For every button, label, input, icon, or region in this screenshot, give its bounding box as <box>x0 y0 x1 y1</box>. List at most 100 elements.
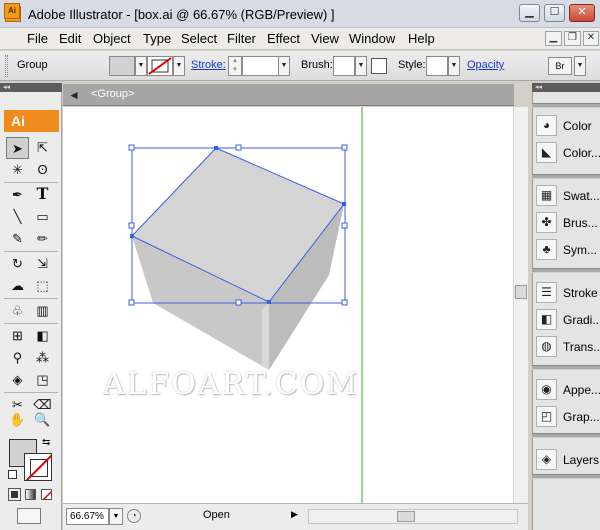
status-menu-arrow[interactable]: ▶ <box>291 509 298 520</box>
panel-gradient[interactable]: Gradi... <box>563 313 600 327</box>
panel-color[interactable]: Color <box>563 119 592 133</box>
warp-tool[interactable]: ☁ <box>6 275 29 297</box>
stroke-dropdown-arrow[interactable]: ▼ <box>173 56 185 76</box>
control-bar-grip[interactable] <box>5 55 8 77</box>
brush-field[interactable] <box>333 56 355 76</box>
opacity-label-link[interactable]: Opacity <box>467 59 504 71</box>
stroke-icon[interactable]: ☰ <box>536 282 557 303</box>
panel-graphic-styles[interactable]: Grap... <box>563 410 600 424</box>
artboard-nav-icon[interactable]: ◔ <box>127 509 141 523</box>
doc-minimize-button[interactable]: ▁ <box>545 31 562 46</box>
rotate-tool[interactable]: ↻ <box>6 253 29 275</box>
line-tool[interactable]: ╲ <box>6 206 29 228</box>
toolbox-collapse-grip[interactable]: ◂◂ <box>0 83 62 92</box>
menu-object[interactable]: Object <box>93 31 131 46</box>
control-panel-menu[interactable]: ▼ <box>574 56 586 76</box>
free-transform-tool[interactable]: ⬚ <box>31 275 54 297</box>
zoom-dropdown-arrow[interactable]: ▼ <box>109 508 123 525</box>
menu-select[interactable]: Select <box>181 31 217 46</box>
color-guide-icon[interactable]: ◣ <box>536 142 557 163</box>
pen-tool[interactable]: ✒ <box>6 184 29 206</box>
vertical-scroll-thumb[interactable] <box>515 285 527 299</box>
brush-dropdown[interactable]: ▼ <box>355 56 367 76</box>
stroke-weight-dropdown[interactable]: ▼ <box>278 56 290 76</box>
stroke-color-swatch[interactable] <box>147 56 173 76</box>
horizontal-scrollbar[interactable] <box>308 509 518 524</box>
symbols-icon[interactable]: ♣ <box>536 239 557 260</box>
stroke-weight-stepper[interactable]: ▲ ▼ <box>228 56 242 76</box>
transparency-icon[interactable]: ◍ <box>536 336 557 357</box>
rectangle-tool[interactable]: ▭ <box>31 206 54 228</box>
blend-tool[interactable]: ⁂ <box>31 347 54 369</box>
stroke-color-box[interactable] <box>24 453 52 481</box>
doc-close-button[interactable]: ✕ <box>583 31 599 46</box>
symbol-sprayer-tool[interactable]: ♧ <box>6 300 29 322</box>
menu-view[interactable]: View <box>311 31 339 46</box>
fill-dropdown-arrow[interactable]: ▼ <box>135 56 147 76</box>
zoom-tool[interactable]: 🔍 <box>31 409 54 431</box>
pencil-tool[interactable]: ✏ <box>31 228 54 250</box>
style-dropdown[interactable]: ▼ <box>448 56 460 76</box>
mesh-tool[interactable]: ⊞ <box>6 325 29 347</box>
brushes-icon[interactable]: ✤ <box>536 212 557 233</box>
artboard-canvas[interactable]: ALFOART.COM <box>63 107 513 503</box>
handle-top-mid <box>235 144 242 151</box>
magic-wand-tool[interactable]: ✳ <box>6 159 29 181</box>
fill-color-swatch[interactable] <box>109 56 135 76</box>
panel-stroke[interactable]: Stroke <box>563 286 598 300</box>
gradient-icon[interactable]: ◧ <box>536 309 557 330</box>
paintbrush-tool[interactable]: ✎ <box>6 228 29 250</box>
eyedropper-tool[interactable]: ⚲ <box>6 347 29 369</box>
lasso-tool[interactable]: ʘ <box>31 159 54 181</box>
direct-selection-tool[interactable]: ⇱ <box>31 137 54 159</box>
arrow-back-icon[interactable]: ◄ <box>68 88 82 102</box>
menu-file[interactable]: File <box>27 31 48 46</box>
scale-tool[interactable]: ⇲ <box>31 253 54 275</box>
layers-icon[interactable]: ◈ <box>536 449 557 470</box>
maximize-button[interactable]: ☐ <box>544 4 565 22</box>
color-icon[interactable]: ◕ <box>536 115 557 136</box>
panel-brushes[interactable]: Brus... <box>563 216 598 230</box>
stroke-label-link[interactable]: Stroke: <box>191 59 226 71</box>
menu-edit[interactable]: Edit <box>59 31 81 46</box>
type-tool[interactable]: T <box>31 184 54 206</box>
none-mode-icon[interactable] <box>41 489 52 500</box>
style-field[interactable] <box>426 56 448 76</box>
panel-transparency[interactable]: Trans... <box>563 340 600 354</box>
menu-type[interactable]: Type <box>143 31 171 46</box>
minimize-button[interactable]: ▁ <box>519 4 540 22</box>
menu-effect[interactable]: Effect <box>267 31 300 46</box>
zoom-level-field[interactable]: 66.67% <box>66 508 109 525</box>
brush-options-icon[interactable] <box>371 58 387 74</box>
panel-symbols[interactable]: Sym... <box>563 243 597 257</box>
menu-window[interactable]: Window <box>349 31 395 46</box>
swap-colors-icon[interactable]: ⇆ <box>42 437 50 448</box>
color-mode-icon[interactable] <box>8 488 21 501</box>
swatches-icon[interactable]: ▦ <box>536 185 557 206</box>
panel-swatches[interactable]: Swat... <box>563 189 600 203</box>
doc-restore-button[interactable]: ❐ <box>564 31 581 46</box>
default-colors-icon[interactable] <box>8 470 17 479</box>
menu-filter[interactable]: Filter <box>227 31 256 46</box>
selection-tool[interactable]: ➤ <box>6 137 29 159</box>
document-icon[interactable]: Ai <box>4 3 20 19</box>
isolation-mode-bar: ◄ <Group> <box>63 84 514 106</box>
live-paint-bucket-tool[interactable]: ◈ <box>6 369 29 391</box>
panel-layers[interactable]: Layers <box>563 453 599 467</box>
panel-appearance[interactable]: Appe... <box>563 383 600 397</box>
panel-dock-collapse-grip[interactable]: ◂◂ <box>532 83 600 92</box>
graphic-styles-icon[interactable]: ◰ <box>536 406 557 427</box>
hand-tool[interactable]: ✋ <box>6 409 29 431</box>
bridge-icon[interactable]: Br <box>548 57 572 75</box>
appearance-icon[interactable]: ◉ <box>536 379 557 400</box>
gradient-tool[interactable]: ◧ <box>31 325 54 347</box>
vertical-scrollbar[interactable] <box>513 107 528 503</box>
live-paint-selection-tool[interactable]: ◳ <box>31 369 54 391</box>
menu-help[interactable]: Help <box>408 31 435 46</box>
column-graph-tool[interactable]: ▥ <box>31 300 54 322</box>
screen-mode-icon[interactable] <box>17 508 41 524</box>
panel-color-guide[interactable]: Color... <box>563 146 600 160</box>
gradient-mode-icon[interactable] <box>25 489 36 500</box>
horizontal-scroll-thumb[interactable] <box>397 511 415 522</box>
close-button[interactable]: ✕ <box>569 4 595 22</box>
